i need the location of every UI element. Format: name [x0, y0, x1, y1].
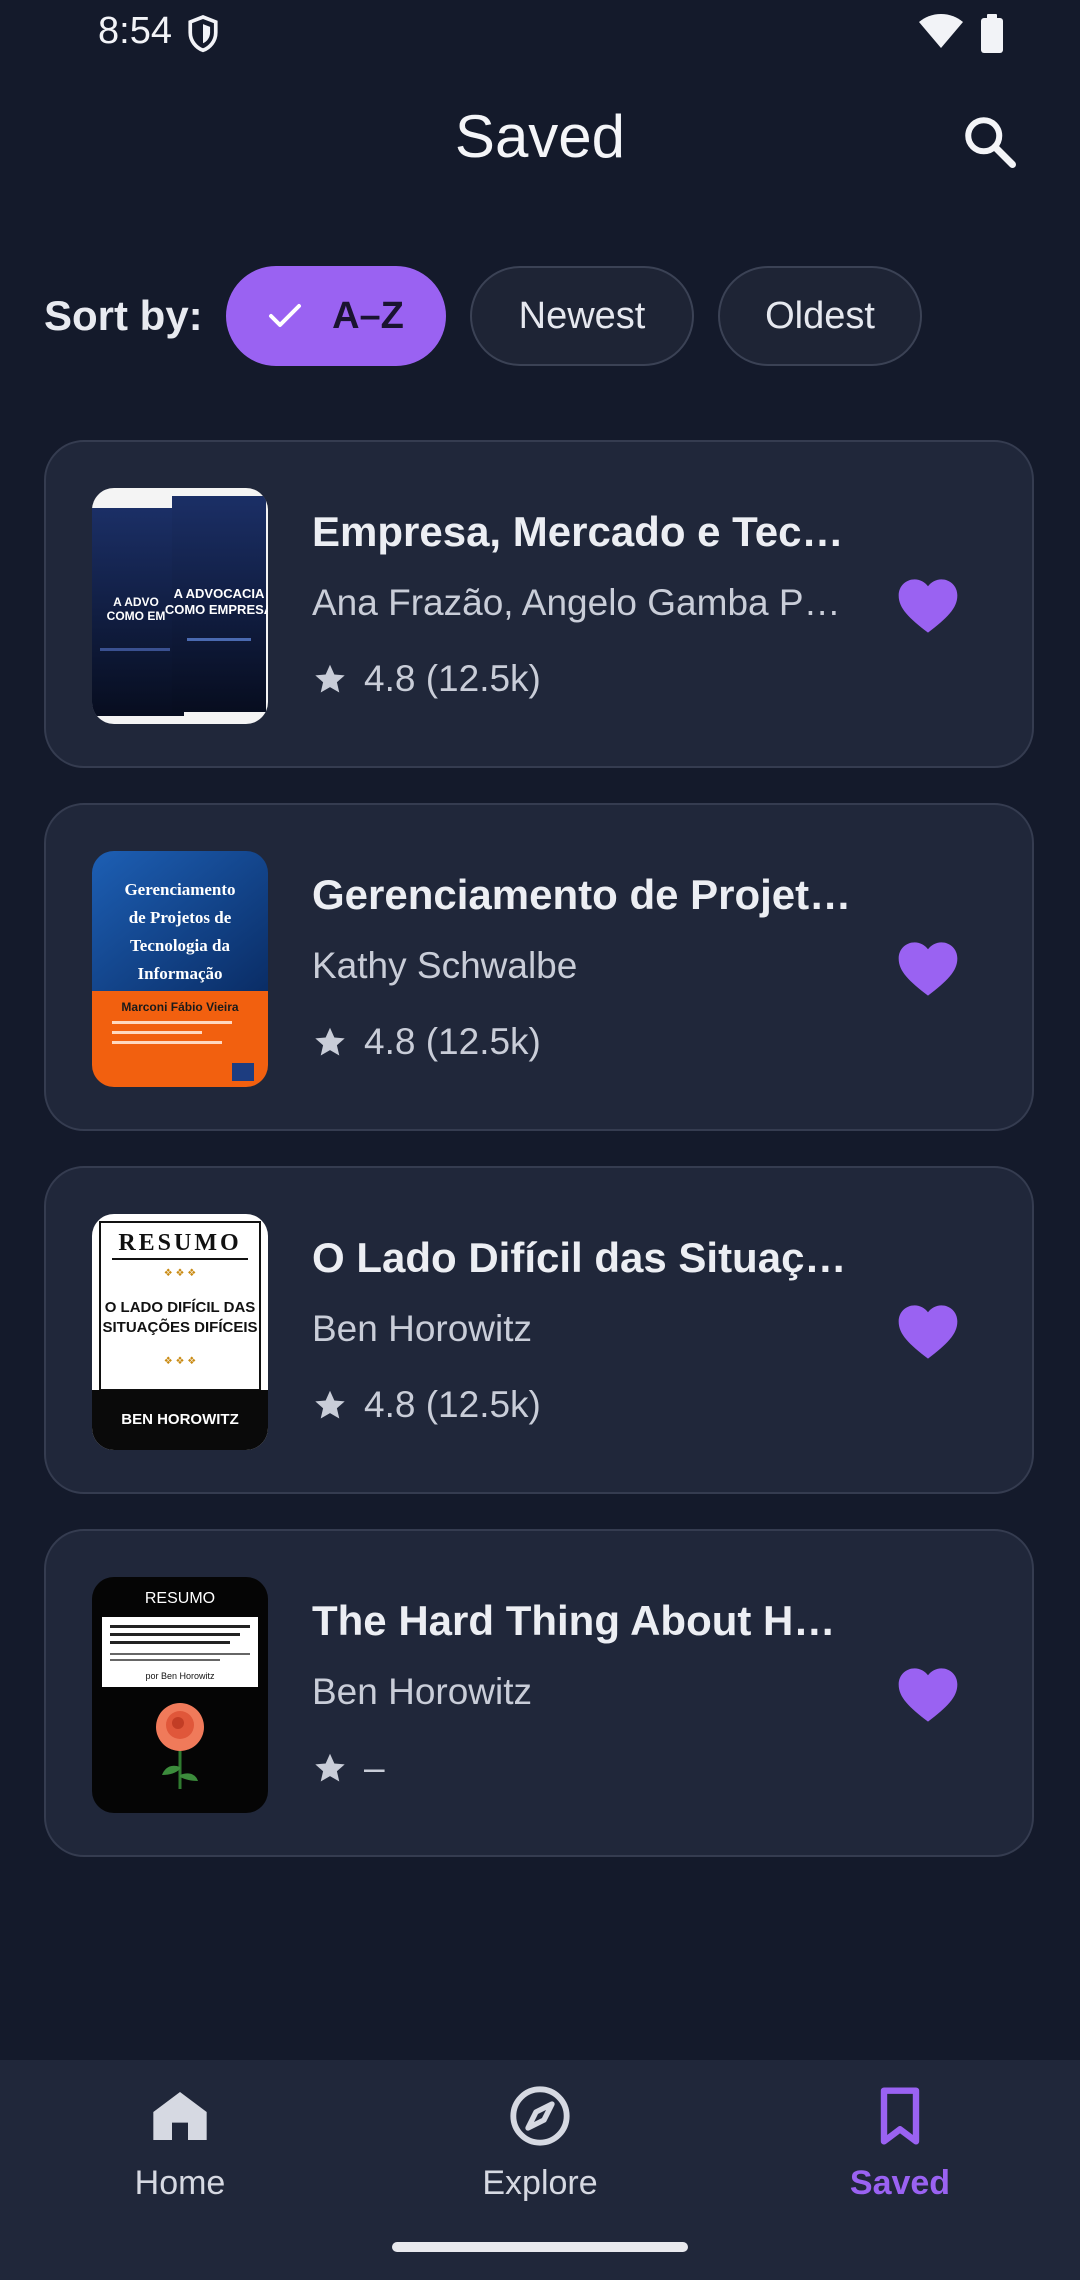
svg-text:❖ ❖ ❖: ❖ ❖ ❖ — [164, 1356, 196, 1367]
battery-icon — [980, 14, 1004, 59]
sort-label: Sort by: — [44, 292, 203, 339]
book-cover: RESUMO ❖ ❖ ❖ O LADO DIFÍCIL DAS SITUAÇÕE… — [92, 1214, 268, 1450]
book-author: Ben Horowitz — [312, 1308, 533, 1349]
svg-text:O LADO DIFÍCIL DAS: O LADO DIFÍCIL DAS — [105, 1299, 256, 1316]
favorite-button[interactable] — [896, 576, 960, 636]
svg-text:Tecnologia da: Tecnologia da — [130, 936, 230, 955]
heart-icon — [898, 1668, 958, 1722]
sort-chip-newest[interactable]: Newest — [470, 266, 694, 366]
svg-text:❖ ❖ ❖: ❖ ❖ ❖ — [164, 1268, 196, 1279]
sort-chip-label: Oldest — [765, 294, 875, 337]
sort-chip-oldest[interactable]: Oldest — [718, 266, 922, 366]
rating-value: – — [364, 1747, 385, 1788]
nav-item-label: Home — [134, 2164, 226, 2202]
nav-item-label: Saved — [849, 2164, 951, 2202]
svg-text:RESUMO: RESUMO — [118, 1230, 241, 1256]
book-author: Kathy Schwalbe — [312, 945, 578, 986]
bookmark-icon — [880, 2087, 920, 2145]
favorite-button[interactable] — [896, 939, 960, 999]
search-button[interactable] — [960, 112, 1020, 172]
top-app-bar: Saved — [0, 90, 1080, 190]
rating-value: 4.8 (12.5k) — [364, 658, 541, 699]
sort-bar: Sort by: A–Z Newest Oldest — [0, 266, 1080, 370]
svg-text:SITUAÇÕES DIFÍCEIS: SITUAÇÕES DIFÍCEIS — [102, 1318, 257, 1336]
svg-text:Marconi Fábio Vieira: Marconi Fábio Vieira — [121, 1000, 238, 1014]
book-card[interactable]: A ADVOCACIA COMO EMPRESA A ADVO COMO EM … — [44, 440, 1034, 768]
svg-text:por Ben Horowitz: por Ben Horowitz — [145, 1671, 215, 1681]
svg-text:COMO EM: COMO EM — [107, 609, 166, 623]
book-cover: Gerenciamento de Projetos de Tecnologia … — [92, 851, 268, 1087]
book-rating: – — [312, 1747, 385, 1789]
star-icon — [312, 661, 348, 697]
heart-icon — [898, 942, 958, 996]
nav-item-saved[interactable]: Saved — [750, 2084, 1050, 2234]
book-rating: 4.8 (12.5k) — [312, 1384, 541, 1426]
book-title: O Lado Difícil das Situaç… — [312, 1234, 847, 1281]
search-icon — [965, 117, 1016, 168]
star-icon — [312, 1024, 348, 1060]
svg-text:A ADVO: A ADVO — [113, 595, 159, 609]
favorite-button[interactable] — [896, 1302, 960, 1362]
status-time: 8:54 — [98, 10, 172, 52]
book-card[interactable]: RESUMO por Ben Horowitz The Hard Thing A… — [44, 1529, 1034, 1857]
sort-chip-label: A–Z — [332, 294, 404, 337]
svg-text:Gerenciamento: Gerenciamento — [124, 880, 235, 899]
nav-item-home[interactable]: Home — [30, 2084, 330, 2234]
book-title: The Hard Thing About H… — [312, 1597, 836, 1644]
book-card[interactable]: Gerenciamento de Projetos de Tecnologia … — [44, 803, 1034, 1131]
book-rating: 4.8 (12.5k) — [312, 658, 541, 700]
shield-icon — [186, 14, 220, 59]
book-title: Gerenciamento de Projet… — [312, 871, 852, 918]
book-author: Ben Horowitz — [312, 1671, 533, 1712]
check-icon — [268, 302, 302, 330]
star-icon — [312, 1750, 348, 1786]
rating-value: 4.8 (12.5k) — [364, 1384, 541, 1425]
page-title: Saved — [454, 103, 626, 170]
sort-chip-label: Newest — [518, 294, 646, 337]
sort-chip-a-z[interactable]: A–Z — [226, 266, 446, 366]
book-cover: A ADVOCACIA COMO EMPRESA A ADVO COMO EM — [92, 488, 268, 724]
home-icon — [153, 2092, 207, 2140]
svg-text:A ADVOCACIA: A ADVOCACIA — [174, 586, 265, 601]
home-indicator[interactable] — [392, 2242, 688, 2252]
star-icon — [312, 1387, 348, 1423]
svg-text:BEN HOROWITZ: BEN HOROWITZ — [121, 1411, 239, 1428]
status-bar: 8:54 — [0, 0, 1080, 70]
wifi-icon — [918, 14, 964, 55]
svg-text:Informação: Informação — [138, 964, 223, 983]
nav-item-label: Explore — [482, 2164, 598, 2202]
svg-text:COMO EMPRESA: COMO EMPRESA — [165, 602, 268, 617]
heart-icon — [898, 579, 958, 633]
book-title: Empresa, Mercado e Tec… — [312, 508, 844, 555]
heart-icon — [898, 1305, 958, 1359]
compass-icon — [510, 2086, 570, 2146]
svg-text:de Projetos de: de Projetos de — [129, 908, 232, 927]
favorite-button[interactable] — [896, 1665, 960, 1725]
nav-item-explore[interactable]: Explore — [390, 2084, 690, 2234]
book-author: Ana Frazão, Angelo Gamba P… — [312, 582, 841, 623]
svg-text:RESUMO: RESUMO — [145, 1590, 215, 1607]
book-cover: RESUMO por Ben Horowitz — [92, 1577, 268, 1813]
rating-value: 4.8 (12.5k) — [364, 1021, 541, 1062]
book-card[interactable]: RESUMO ❖ ❖ ❖ O LADO DIFÍCIL DAS SITUAÇÕE… — [44, 1166, 1034, 1494]
book-rating: 4.8 (12.5k) — [312, 1021, 541, 1063]
